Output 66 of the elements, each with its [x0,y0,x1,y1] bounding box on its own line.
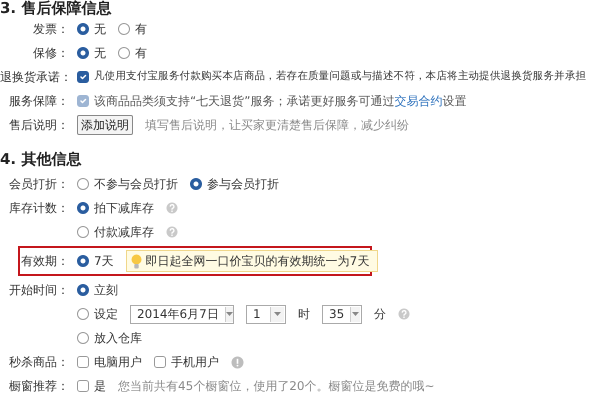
caret-icon [226,312,233,316]
checkbox[interactable] [77,380,89,392]
info-icon [231,356,244,368]
radio-button[interactable] [77,284,89,296]
field-label: 发票： [32,21,70,38]
radio-button[interactable] [118,23,130,35]
dropdown[interactable]: 1 [246,304,286,324]
unit-label: 时 [298,306,310,323]
caret-icon [352,312,360,316]
field-label: 有效期： [20,253,70,270]
checkbox[interactable] [154,356,166,368]
radio-button[interactable] [77,332,89,344]
dropdown-value: 35 [329,306,344,323]
checkbox-label: 凡使用支付宝服务付款购买本店商品，若存在质量问题或与描述不符，本店将主动提供退换货服务并承担 [94,69,586,84]
dropdown[interactable]: 35 [322,304,362,324]
add-description-button[interactable]: 添加说明 [77,115,133,135]
radio-button[interactable] [77,47,89,59]
tip-text: 即日起全网一口价宝贝的有效期统一为7天 [146,253,370,270]
option-label: 拍下减库存 [94,200,154,217]
help-icon [398,308,410,320]
radio-button[interactable] [77,308,89,320]
option-label: 不参与会员打折 [94,176,178,193]
field-label: 售后说明： [8,117,70,134]
option-label: 有 [135,45,147,62]
option-label: 有 [135,21,147,38]
radio-button[interactable] [118,47,130,59]
hint-text: 您当前共有45个橱窗位，使用了20个。橱窗位是免费的哦~ [118,378,435,395]
radio-button[interactable] [77,255,89,267]
option-label: 无 [94,45,106,62]
radio-button[interactable] [77,202,89,214]
field-label: 服务保障： [8,93,70,110]
checkbox[interactable] [77,356,89,368]
checkbox-label: 手机用户 [171,354,219,371]
unit-label: 分 [374,306,386,323]
section-title: 4. 其他信息 [0,151,82,167]
caret-icon [274,312,281,316]
radio-button[interactable] [77,178,89,190]
checkbox[interactable] [77,70,89,83]
checkbox-label: 该商品品类须支持“七天退货”服务；承诺更好服务可通过交易合约设置 [94,93,466,110]
option-label: 7天 [94,253,114,270]
field-label: 橱窗推荐： [8,378,70,395]
field-label: 退换货承诺： [0,69,73,86]
option-label: 设定 [94,306,118,323]
help-icon [166,202,178,214]
hint-text: 填写售后说明，让买家更清楚售后保障，减少纠纷 [145,117,409,134]
radio-button[interactable] [77,226,89,238]
dropdown-value: 2014年6月7日 [137,306,219,323]
field-label: 库存计数： [8,200,70,217]
option-label: 付款减库存 [94,224,154,241]
field-label: 保修： [32,45,70,62]
field-label: 开始时间： [8,282,70,299]
field-label: 会员打折： [8,176,70,193]
checkbox-label: 是 [94,378,106,395]
option-label: 放入仓库 [94,330,142,347]
section-title: 3. 售后保障信息 [0,0,112,16]
dropdown[interactable]: 2014年6月7日 [130,304,234,324]
checkbox-label: 电脑用户 [94,354,142,371]
option-label: 立刻 [94,282,118,299]
help-icon [166,226,178,238]
dropdown-value: 1 [253,306,261,323]
lightbulb-icon [130,254,142,268]
radio-button[interactable] [190,178,202,190]
option-label: 参与会员打折 [207,176,279,193]
radio-button[interactable] [77,23,89,35]
field-label: 秒杀商品： [8,354,70,371]
option-label: 无 [94,21,106,38]
